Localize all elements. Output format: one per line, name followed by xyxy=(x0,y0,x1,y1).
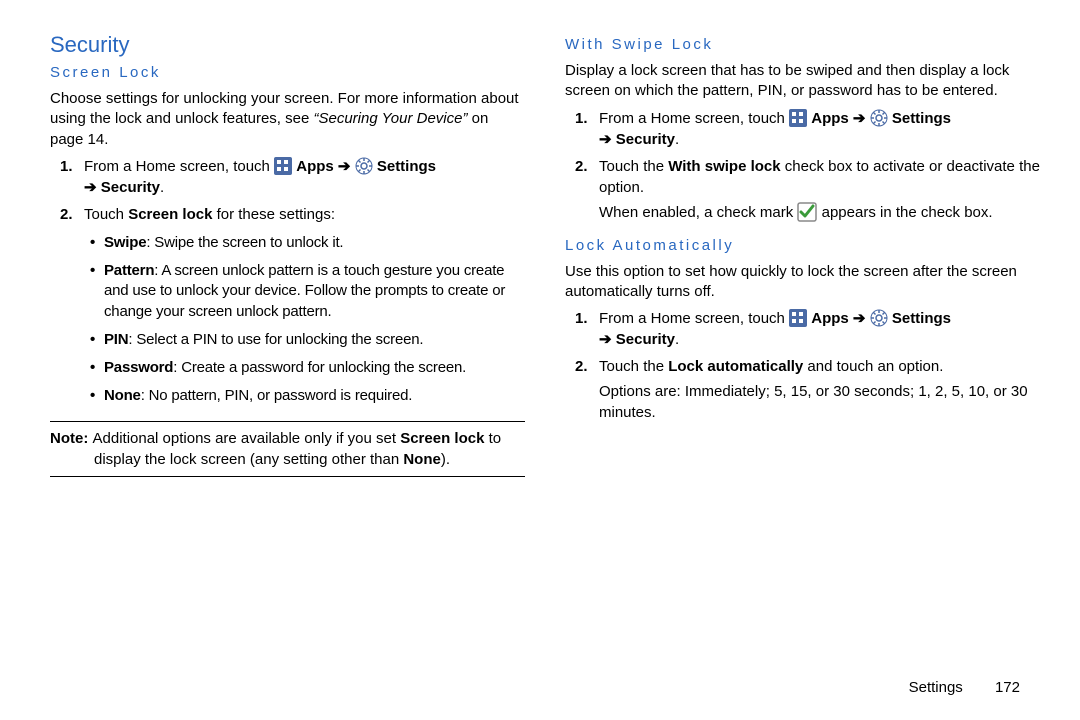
heading-screen-lock: Screen Lock xyxy=(50,64,525,81)
lock-auto-intro: Use this option to set how quickly to lo… xyxy=(565,262,1040,303)
footer-section: Settings xyxy=(909,679,963,696)
apps-icon xyxy=(789,309,807,327)
heading-with-swipe-lock: With Swipe Lock xyxy=(565,36,1040,53)
heading-security: Security xyxy=(50,32,525,58)
page-container: Security Screen Lock Choose settings for… xyxy=(0,0,1080,720)
heading-lock-automatically: Lock Automatically xyxy=(565,237,1040,254)
step-1: 1. From a Home screen, touch Apps ➔ Sett… xyxy=(599,308,1040,350)
intro-paragraph: Choose settings for unlocking your scree… xyxy=(50,89,525,150)
bullet-none: None: No pattern, PIN, or password is re… xyxy=(104,386,525,406)
right-column: With Swipe Lock Display a lock screen th… xyxy=(565,32,1040,700)
step-2: 2. Touch Screen lock for these settings:… xyxy=(84,204,525,407)
swipe-lock-intro: Display a lock screen that has to be swi… xyxy=(565,61,1040,102)
steps-screen-lock: 1. From a Home screen, touch Apps ➔ Sett… xyxy=(50,156,525,407)
step-1: 1. From a Home screen, touch Apps ➔ Sett… xyxy=(84,156,525,198)
settings-icon xyxy=(355,157,373,175)
settings-icon xyxy=(870,109,888,127)
bullet-password: Password: Create a password for unlockin… xyxy=(104,358,525,378)
step-2: 2. Touch the Lock automatically and touc… xyxy=(599,356,1040,423)
step-1: 1. From a Home screen, touch Apps ➔ Sett… xyxy=(599,108,1040,150)
apps-icon xyxy=(789,109,807,127)
page-footer: Settings 172 xyxy=(909,679,1020,696)
note-box: Note: Additional options are available o… xyxy=(50,421,525,477)
steps-swipe-lock: 1. From a Home screen, touch Apps ➔ Sett… xyxy=(565,108,1040,223)
options-note: Options are: Immediately; 5, 15, or 30 s… xyxy=(599,381,1040,423)
settings-icon xyxy=(870,309,888,327)
checkmark-icon xyxy=(797,202,817,222)
bullet-pin: PIN: Select a PIN to use for unlocking t… xyxy=(104,330,525,350)
checkmark-note: When enabled, a check mark appears in th… xyxy=(599,202,1040,223)
apps-icon xyxy=(274,157,292,175)
step-2: 2. Touch the With swipe lock check box t… xyxy=(599,156,1040,223)
bullet-list: Swipe: Swipe the screen to unlock it. Pa… xyxy=(84,233,525,407)
bullet-swipe: Swipe: Swipe the screen to unlock it. xyxy=(104,233,525,253)
steps-lock-auto: 1. From a Home screen, touch Apps ➔ Sett… xyxy=(565,308,1040,423)
left-column: Security Screen Lock Choose settings for… xyxy=(50,32,525,700)
bullet-pattern: Pattern: A screen unlock pattern is a to… xyxy=(104,261,525,322)
footer-page-number: 172 xyxy=(995,679,1020,696)
